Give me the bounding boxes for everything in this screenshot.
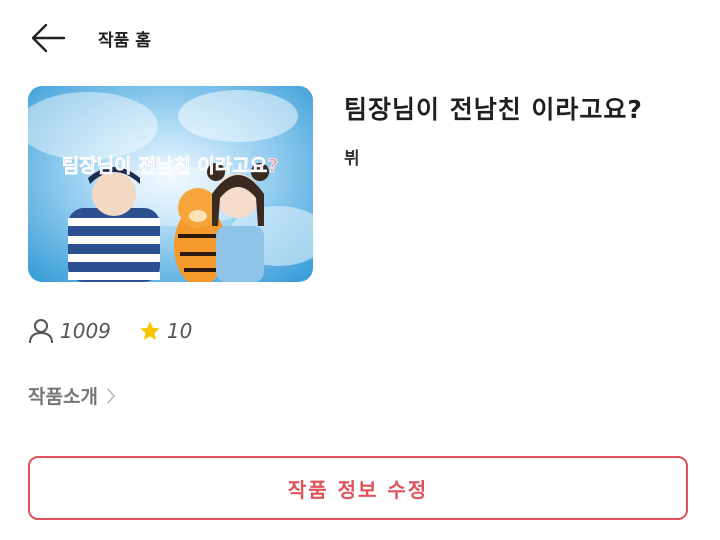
person-icon (28, 318, 54, 344)
work-title: 팀장님이 전남친 이라고요? (344, 95, 643, 124)
page-title: 작품 홈 (98, 31, 151, 51)
header-bar: 작품 홈 (0, 0, 720, 76)
intro-label: 작품소개 (28, 386, 98, 408)
author-name[interactable]: 뷔 (344, 144, 360, 169)
views-stat: 1009 (28, 318, 111, 344)
star-icon (139, 320, 161, 342)
views-count: 1009 (60, 319, 111, 343)
cover-overlay-text: 팀장님이 전남친 이라고요? (62, 155, 279, 177)
cover-image[interactable]: 팀장님이 전남친 이라고요? (28, 86, 313, 282)
back-button[interactable] (30, 22, 66, 54)
chevron-right-icon (106, 387, 116, 405)
edit-info-button[interactable]: 작품 정보 수정 (28, 456, 688, 520)
likes-count: 10 (166, 319, 193, 343)
likes-stat: 10 (139, 319, 192, 343)
edit-info-label: 작품 정보 수정 (287, 477, 429, 502)
arrow-left-icon (30, 22, 66, 54)
stats-row: 1009 10 (28, 316, 220, 346)
intro-link[interactable]: 작품소개 (28, 382, 116, 409)
